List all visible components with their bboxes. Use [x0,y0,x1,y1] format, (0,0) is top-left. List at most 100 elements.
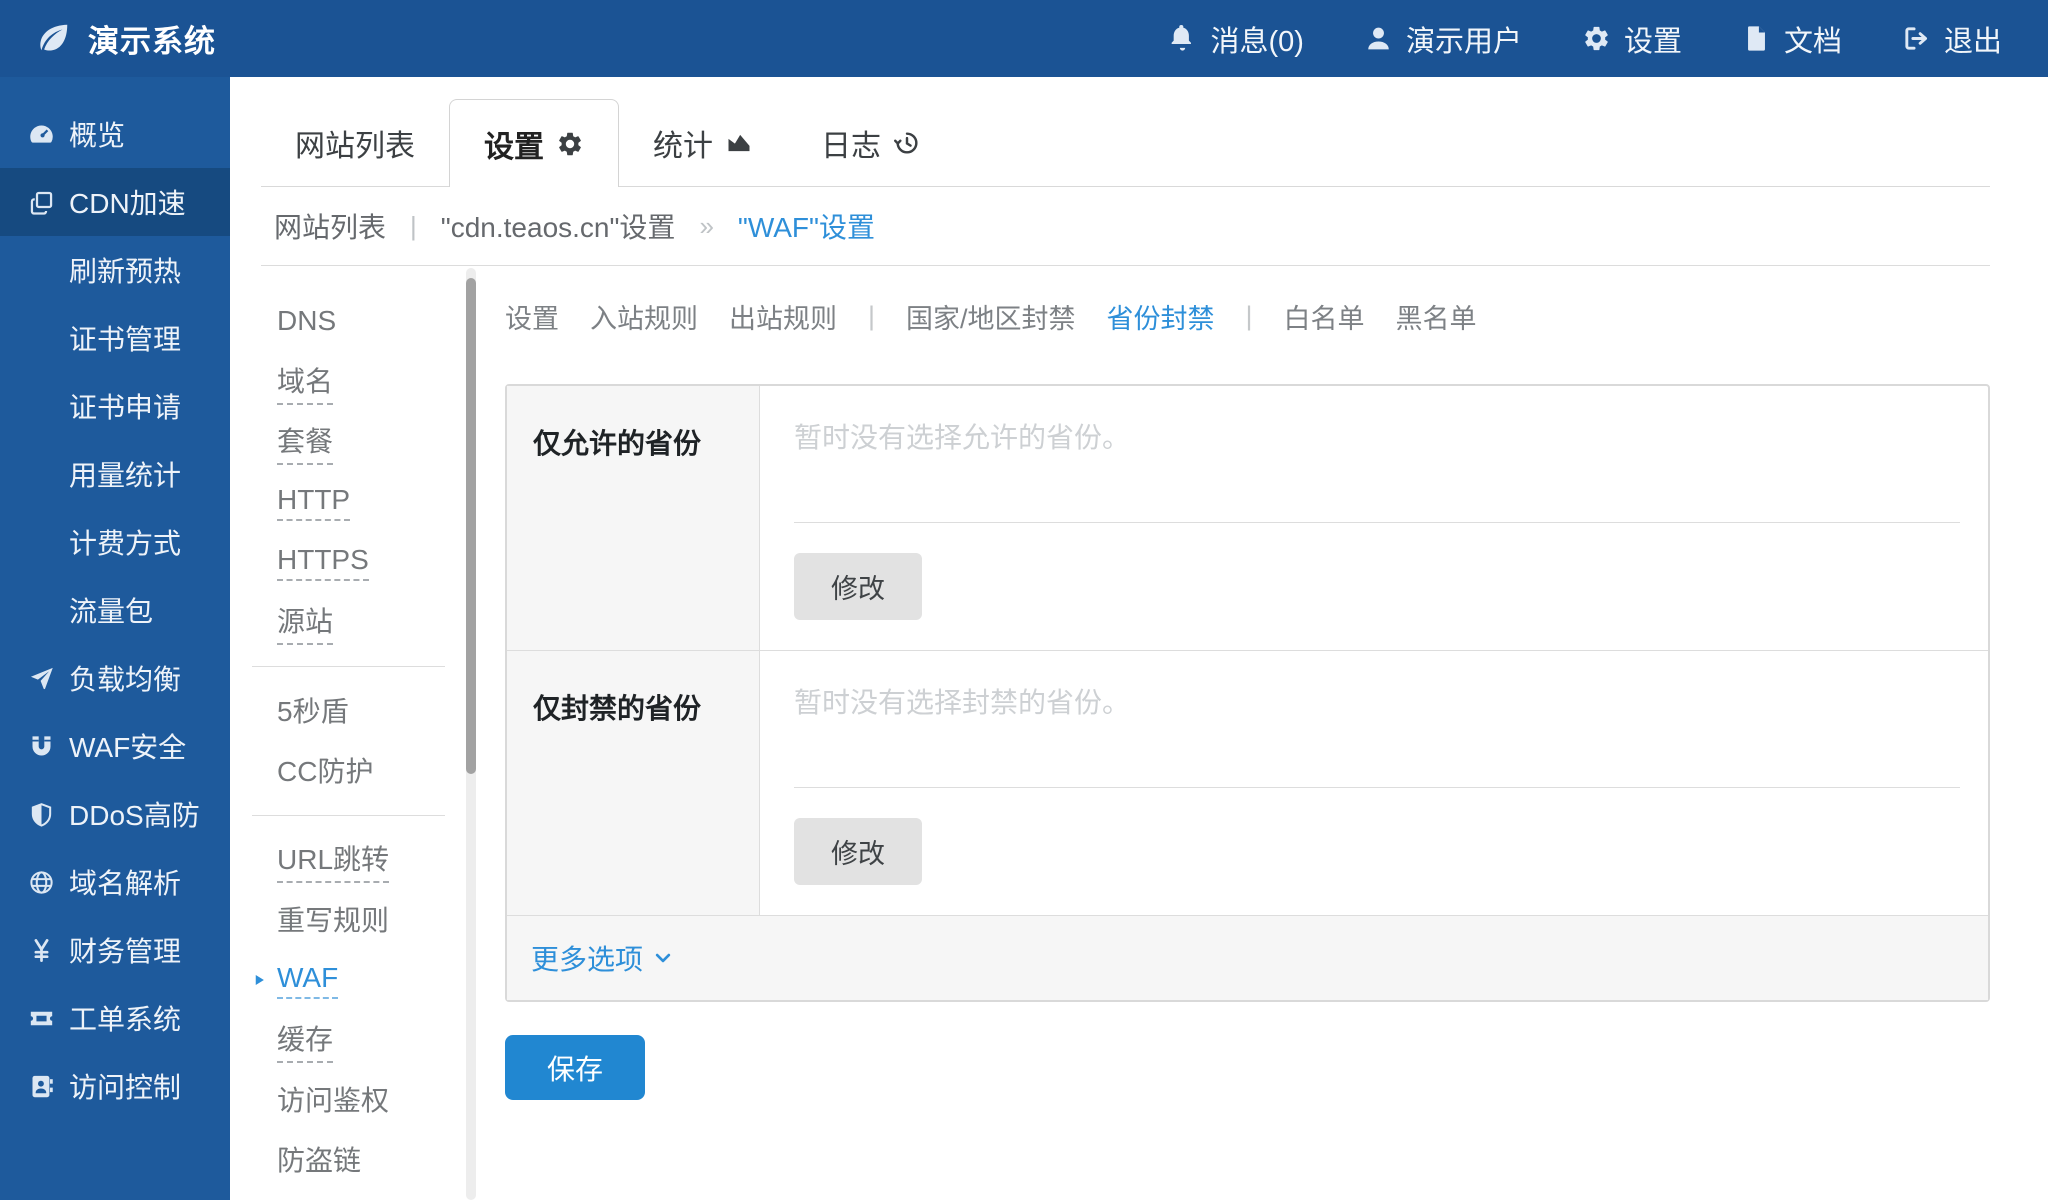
logout-label: 退出 [1944,18,2002,60]
province-block-form: 仅允许的省份 暂时没有选择允许的省份。 修改 仅封禁的省份 暂时没有选择封禁的省… [505,384,1990,1002]
sidebar-item-cert-manage[interactable]: 证书管理 [0,304,230,372]
sidebar-item-dns-resolve[interactable]: 域名解析 [0,848,230,916]
settings-menu-item-hotlink-protect[interactable]: 防盗链 [230,1130,466,1190]
logout-button[interactable]: 退出 [1902,18,2002,60]
sidebar-item-label: 流量包 [69,590,153,630]
more-options-link[interactable]: 更多选项 [531,938,673,978]
tab-label: 设置 [484,122,544,166]
sidebar-item-traffic-pack[interactable]: 流量包 [0,576,230,644]
settings-menu-scrollbar[interactable] [466,268,476,1200]
main-sidebar: 概览 CDN加速 刷新预热 证书管理 证书申请 用量统计 计费方式 流量包 负载… [0,77,230,1200]
copy-icon [28,189,55,216]
sidebar-item-waf-security[interactable]: WAF安全 [0,712,230,780]
shield-icon [28,801,55,828]
tab-settings[interactable]: 设置 [449,99,619,187]
magnet-icon [28,733,55,760]
breadcrumb: 网站列表 | "cdn.teaos.cn"设置 » "WAF"设置 [261,187,1990,266]
settings-body: DNS 域名 套餐 HTTP HTTPS 源站 5秒盾 CC防护 URL跳转 重… [230,266,2048,1200]
sidebar-item-label: 刷新预热 [69,250,181,290]
sidebar-item-overview[interactable]: 概览 [0,100,230,168]
topbar: 演示系统 消息(0) 演示用户 设置 文档 退出 [0,0,2048,77]
tab-label: 日志 [821,121,881,165]
settings-menu-item-url-redirect[interactable]: URL跳转 [230,830,466,890]
sidebar-item-ddos[interactable]: DDoS高防 [0,780,230,848]
ticket-icon [28,1005,55,1032]
sidebar-item-usage-stats[interactable]: 用量统计 [0,440,230,508]
subtab-separator: | [868,301,875,332]
user-icon [1364,24,1393,53]
sidebar-item-refresh-preheat[interactable]: 刷新预热 [0,236,230,304]
save-button[interactable]: 保存 [505,1035,645,1100]
chevron-down-icon [653,948,673,968]
settings-menu-item-domain[interactable]: 域名 [230,352,466,412]
docs-button[interactable]: 文档 [1742,18,1842,60]
modify-allowed-provinces-button[interactable]: 修改 [794,553,922,620]
current-user-button[interactable]: 演示用户 [1364,18,1522,60]
allowed-provinces-label: 仅允许的省份 [507,386,760,650]
tab-site-list[interactable]: 网站列表 [261,100,449,186]
subtab-inbound-rules[interactable]: 入站规则 [590,297,698,336]
tab-logs[interactable]: 日志 [787,100,955,186]
settings-menu-item-origin[interactable]: 源站 [230,592,466,652]
gear-icon [556,130,584,158]
sidebar-item-billing-method[interactable]: 计费方式 [0,508,230,576]
subtab-country-block[interactable]: 国家/地区封禁 [906,297,1076,336]
subtab-whitelist[interactable]: 白名单 [1284,297,1365,336]
bell-icon [1168,24,1197,53]
history-icon [893,129,921,157]
settings-menu-item-rewrite-rules[interactable]: 重写规则 [230,890,466,950]
breadcrumb-site-list[interactable]: 网站列表 [274,206,386,246]
modify-blocked-provinces-button[interactable]: 修改 [794,818,922,885]
caret-right-icon [252,973,267,988]
settings-menu-item-cc-protect[interactable]: CC防护 [230,741,466,801]
allowed-provinces-empty-text: 暂时没有选择允许的省份。 [794,416,1960,456]
yen-icon [28,937,55,964]
sidebar-item-cert-apply[interactable]: 证书申请 [0,372,230,440]
settings-menu-item-dns[interactable]: DNS [230,292,466,352]
settings-menu-item-access-auth[interactable]: 访问鉴权 [230,1070,466,1130]
current-user-label: 演示用户 [1406,18,1522,60]
breadcrumb-separator: » [699,211,713,242]
settings-menu-item-https[interactable]: HTTPS [230,532,466,592]
gear-icon [1582,24,1611,53]
more-options-label: 更多选项 [531,938,643,978]
settings-button[interactable]: 设置 [1582,18,1682,60]
sidebar-item-label: 用量统计 [69,454,181,494]
subtab-settings[interactable]: 设置 [505,297,559,336]
blocked-provinces-empty-text: 暂时没有选择封禁的省份。 [794,681,1960,721]
id-card-icon [28,1073,55,1100]
dashboard-icon [28,121,55,148]
messages-button[interactable]: 消息(0) [1168,18,1303,60]
input-underline [794,522,1960,523]
sidebar-item-label: 证书管理 [69,318,181,358]
app-brand: 演示系统 [34,16,216,61]
settings-menu: DNS 域名 套餐 HTTP HTTPS 源站 5秒盾 CC防护 URL跳转 重… [230,266,466,1200]
breadcrumb-waf-settings[interactable]: "WAF"设置 [738,206,875,246]
subtab-province-block[interactable]: 省份封禁 [1107,297,1215,336]
tab-statistics[interactable]: 统计 [619,100,787,186]
sidebar-item-label: WAF安全 [69,726,186,766]
document-icon [1742,24,1771,53]
sidebar-item-finance[interactable]: 财务管理 [0,916,230,984]
subtab-outbound-rules[interactable]: 出站规则 [729,297,837,336]
settings-menu-item-waf[interactable]: WAF [230,950,466,1010]
sidebar-item-cdn[interactable]: CDN加速 [0,168,230,236]
blocked-provinces-row: 仅封禁的省份 暂时没有选择封禁的省份。 修改 [507,651,1988,916]
globe-icon [28,869,55,896]
scrollbar-thumb[interactable] [466,278,476,774]
sidebar-item-label: 域名解析 [69,862,181,902]
settings-menu-item-5s-shield[interactable]: 5秒盾 [230,681,466,741]
sidebar-item-access-control[interactable]: 访问控制 [0,1052,230,1120]
settings-menu-item-http[interactable]: HTTP [230,472,466,532]
sidebar-item-load-balance[interactable]: 负载均衡 [0,644,230,712]
breadcrumb-site-settings[interactable]: "cdn.teaos.cn"设置 [441,206,676,246]
settings-menu-item-cache[interactable]: 缓存 [230,1010,466,1070]
leaf-icon [34,20,72,58]
subtab-blacklist[interactable]: 黑名单 [1396,297,1477,336]
breadcrumb-separator: | [410,211,417,242]
input-underline [794,787,1960,788]
settings-menu-item-plan[interactable]: 套餐 [230,412,466,472]
waf-settings-panel: 设置 入站规则 出站规则 | 国家/地区封禁 省份封禁 | 白名单 黑名单 仅允… [476,266,2048,1200]
sidebar-item-label: 计费方式 [69,522,181,562]
sidebar-item-tickets[interactable]: 工单系统 [0,984,230,1052]
